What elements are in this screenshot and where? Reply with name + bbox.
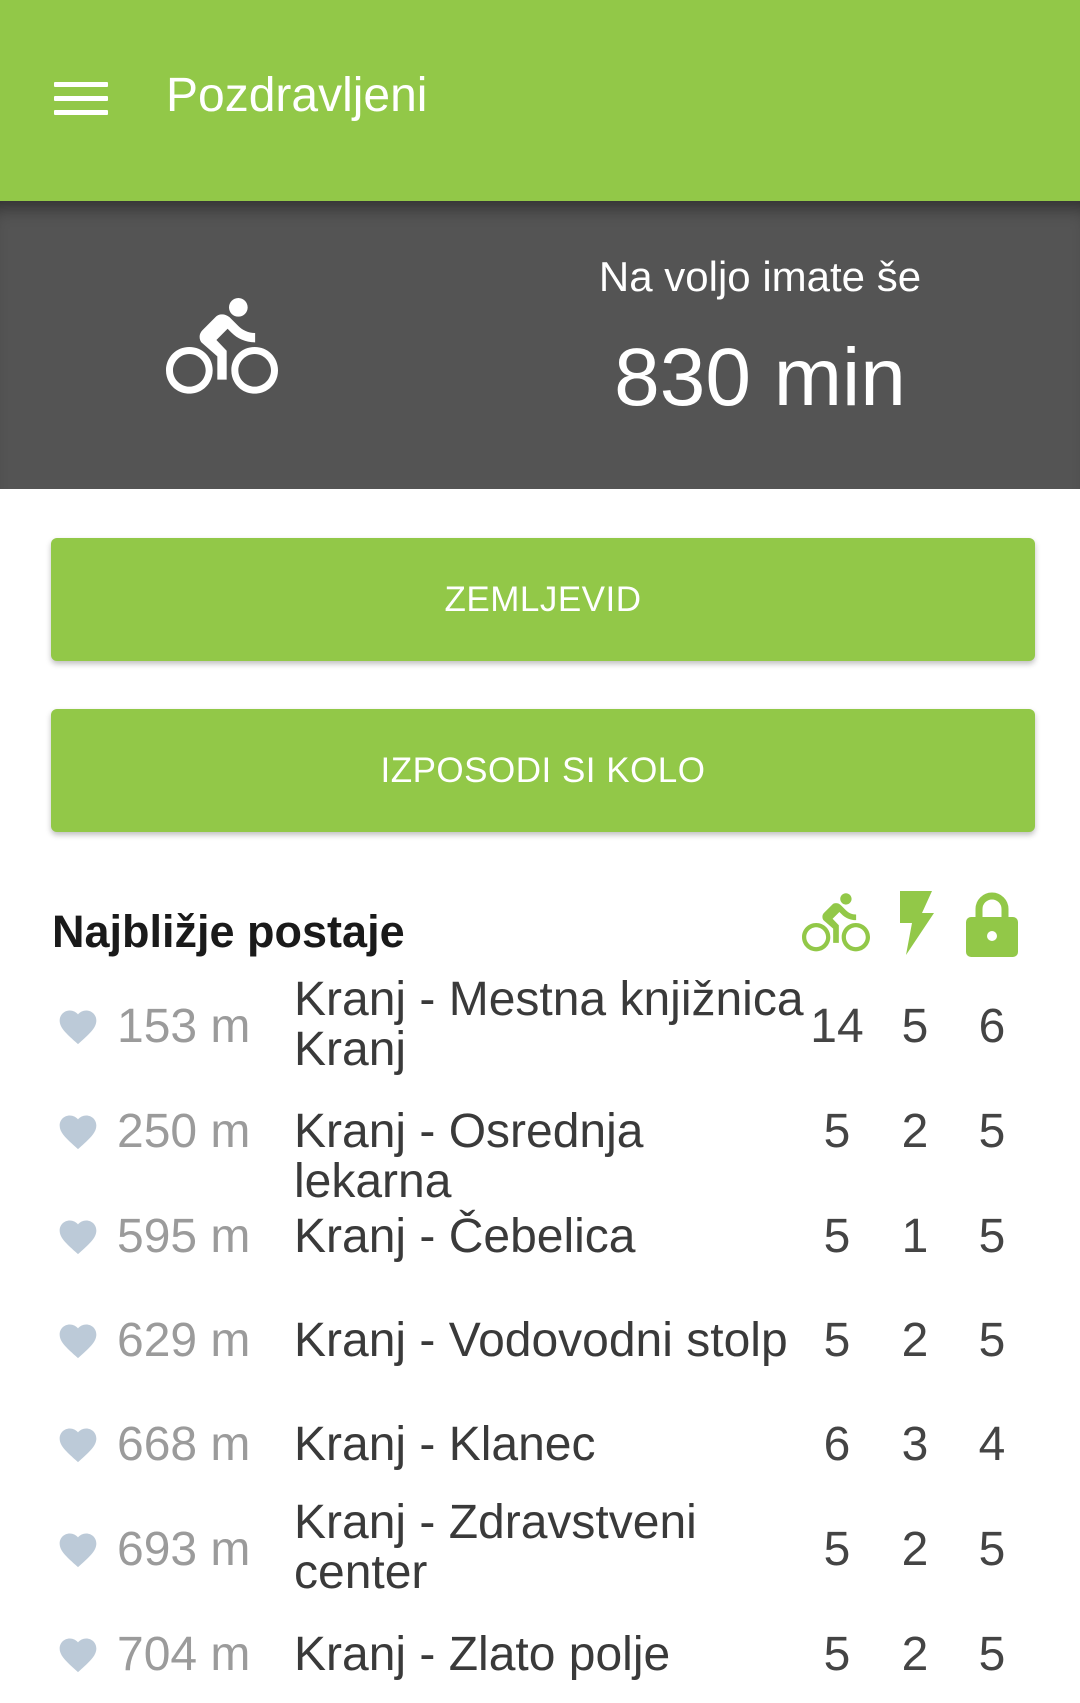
station-bikes-count: 5 <box>823 1628 851 1681</box>
station-distance: 629 m <box>117 1314 251 1367</box>
section-title: Najbližje postaje <box>52 906 405 957</box>
station-free-docks-count: 4 <box>978 1418 1006 1471</box>
station-charging-count: 5 <box>901 1000 929 1053</box>
favorite-heart-icon[interactable] <box>54 1215 102 1259</box>
favorite-heart-icon[interactable] <box>54 1005 102 1049</box>
station-distance: 595 m <box>117 1210 251 1263</box>
station-charging-count: 2 <box>901 1314 929 1367</box>
station-distance: 153 m <box>117 1000 251 1053</box>
minutes-banner: Na voljo imate še 830 min <box>0 201 1080 489</box>
remaining-minutes: 830 min <box>614 332 906 423</box>
station-distance: 704 m <box>117 1628 251 1681</box>
station-charging-count: 1 <box>901 1210 929 1263</box>
station-charging-count: 2 <box>901 1628 929 1681</box>
station-distance: 250 m <box>117 1105 251 1158</box>
station-bikes-count: 5 <box>823 1105 851 1158</box>
station-name: Kranj - Zlato polje <box>294 1628 671 1681</box>
station-name: Kranj - Osrednja lekarna <box>294 1105 644 1208</box>
station-charging-count: 2 <box>901 1105 929 1158</box>
station-name: Kranj - Zdravstveni center <box>294 1496 697 1599</box>
favorite-heart-icon[interactable] <box>54 1319 102 1363</box>
station-distance: 668 m <box>117 1418 251 1471</box>
station-bikes-count: 5 <box>823 1523 851 1576</box>
map-button[interactable]: ZEMLJEVID <box>51 538 1035 661</box>
favorite-heart-icon[interactable] <box>54 1423 102 1467</box>
favorite-heart-icon[interactable] <box>54 1528 102 1572</box>
station-charging-count: 2 <box>901 1523 929 1576</box>
station-free-docks-count: 5 <box>978 1628 1006 1681</box>
lock-icon <box>966 892 1018 957</box>
station-name: Kranj - Vodovodni stolp <box>294 1314 788 1367</box>
station-free-docks-count: 6 <box>978 1000 1006 1053</box>
app-title: Pozdravljeni <box>166 69 428 122</box>
remaining-label: Na voljo imate še <box>598 253 922 300</box>
bolt-icon <box>900 891 934 955</box>
app-bar: Pozdravljeni <box>0 0 1080 201</box>
station-name: Kranj - Mestna knjižnica Kranj <box>294 973 804 1076</box>
rent-bike-button[interactable]: IZPOSODI SI KOLO <box>51 709 1035 832</box>
favorite-heart-icon[interactable] <box>54 1110 102 1154</box>
station-free-docks-count: 5 <box>978 1523 1006 1576</box>
station-bikes-count: 14 <box>810 1000 864 1053</box>
menu-icon[interactable] <box>40 62 120 134</box>
bike-icon <box>802 893 870 952</box>
station-free-docks-count: 5 <box>978 1314 1006 1367</box>
station-free-docks-count: 5 <box>978 1210 1006 1263</box>
station-bikes-count: 5 <box>823 1314 851 1367</box>
cyclist-icon <box>166 298 278 394</box>
station-name: Kranj - Čebelica <box>294 1210 636 1263</box>
station-bikes-count: 5 <box>823 1210 851 1263</box>
favorite-heart-icon[interactable] <box>54 1633 102 1677</box>
station-charging-count: 3 <box>901 1418 929 1471</box>
station-name: Kranj - Klanec <box>294 1418 596 1471</box>
station-free-docks-count: 5 <box>978 1105 1006 1158</box>
station-distance: 693 m <box>117 1523 251 1576</box>
station-bikes-count: 6 <box>823 1418 851 1471</box>
